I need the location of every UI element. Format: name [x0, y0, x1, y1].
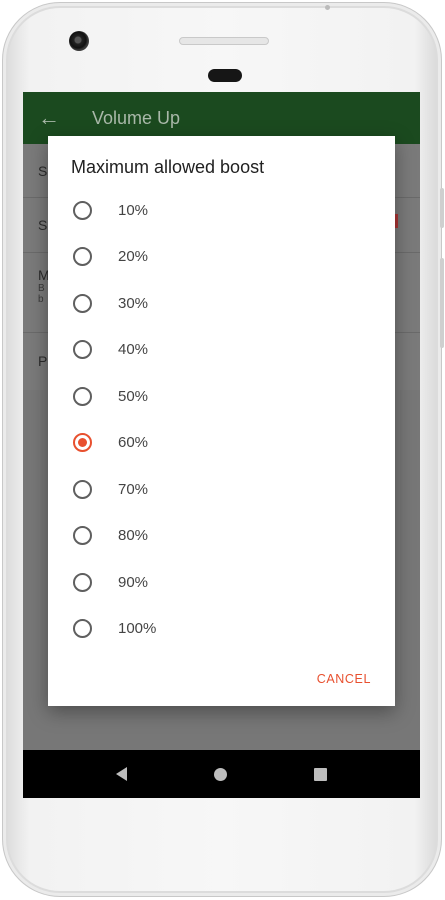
setting-label: P	[38, 353, 48, 369]
dialog-title: Maximum allowed boost	[71, 157, 265, 177]
radio-unchecked-icon[interactable]	[73, 479, 92, 499]
boost-options-list: 10% 20% 30% 40% 50% 60% 70% 80% 90% 100%	[48, 187, 395, 652]
boost-option-60-percent[interactable]: 60%	[48, 420, 395, 467]
boost-option-30-percent[interactable]: 30%	[48, 280, 395, 327]
option-label: 50%	[118, 387, 149, 405]
option-label: 90%	[118, 573, 149, 591]
boost-option-10-percent[interactable]: 10%	[48, 187, 395, 234]
nav-home-icon[interactable]	[213, 767, 227, 781]
app-title: Volume Up	[92, 107, 181, 128]
front-camera-icon	[69, 31, 89, 51]
option-label: 100%	[118, 620, 157, 638]
option-label: 40%	[118, 341, 149, 359]
boost-option-70-percent[interactable]: 70%	[48, 466, 395, 513]
boost-option-20-percent[interactable]: 20%	[48, 234, 395, 281]
option-label: 20%	[118, 248, 149, 266]
boost-option-100-percent[interactable]: 100%	[48, 606, 395, 653]
option-label: 30%	[118, 294, 149, 312]
power-button	[440, 258, 444, 348]
boost-option-50-percent[interactable]: 50%	[48, 373, 395, 420]
back-arrow-icon[interactable]: ←	[38, 105, 68, 131]
setting-label: S	[38, 163, 48, 179]
earpiece-speaker	[179, 37, 269, 45]
radio-unchecked-icon[interactable]	[73, 340, 92, 360]
boost-option-80-percent[interactable]: 80%	[48, 513, 395, 560]
setting-label: S	[38, 217, 48, 233]
radio-unchecked-icon[interactable]	[73, 200, 92, 220]
boost-dialog: Maximum allowed boost 10% 20% 30% 40% 50% 60%…	[48, 136, 395, 706]
option-label: 70%	[118, 480, 149, 498]
volume-button	[440, 188, 444, 228]
radio-unchecked-icon[interactable]	[73, 526, 92, 546]
boost-option-40-percent[interactable]: 40%	[48, 327, 395, 374]
option-label: 60%	[118, 434, 149, 452]
radio-unchecked-icon[interactable]	[73, 572, 92, 592]
radio-unchecked-icon[interactable]	[73, 247, 92, 267]
radio-unchecked-icon[interactable]	[73, 293, 92, 313]
radio-checked-icon[interactable]	[73, 433, 92, 453]
sensor-bar	[208, 69, 242, 82]
radio-unchecked-icon[interactable]	[73, 386, 92, 406]
boost-option-90-percent[interactable]: 90%	[48, 559, 395, 606]
option-label: 80%	[118, 527, 149, 545]
option-label: 10%	[118, 201, 149, 219]
proximity-dot	[325, 5, 330, 10]
navigation-bar	[23, 750, 420, 798]
nav-back-icon[interactable]	[116, 767, 128, 781]
nav-recents-icon[interactable]	[313, 767, 327, 781]
cancel-button[interactable]: CANCEL	[317, 672, 371, 686]
radio-unchecked-icon[interactable]	[73, 619, 92, 639]
